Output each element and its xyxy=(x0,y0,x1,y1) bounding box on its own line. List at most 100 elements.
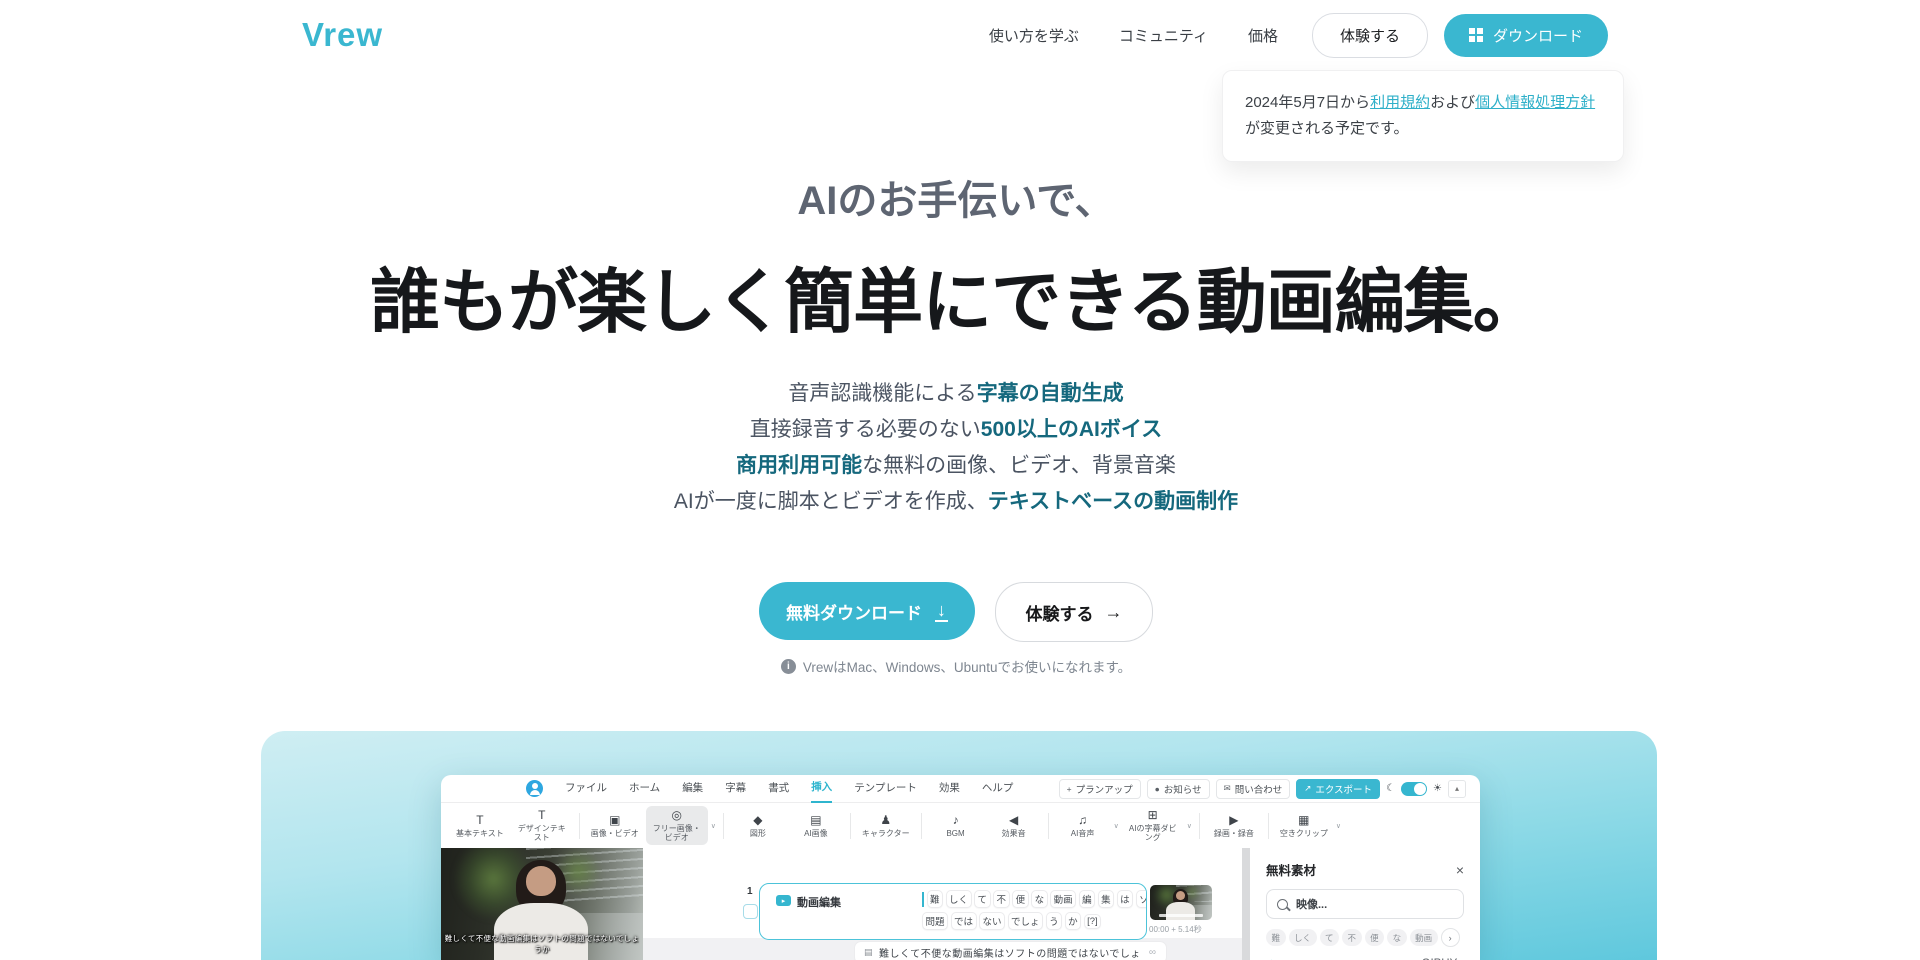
word-chip[interactable]: 編 xyxy=(1079,890,1096,908)
sun-icon[interactable]: ☀ xyxy=(1433,783,1442,794)
word-chip[interactable]: 集 xyxy=(1098,890,1115,908)
word-chip[interactable]: 問題 xyxy=(922,912,948,930)
asset-chip[interactable]: な xyxy=(1387,929,1407,946)
app-menu: ファイル ホーム 編集 字幕 書式 挿入 テンプレート 効果 ヘルプ xyxy=(565,775,1013,802)
asset-chip[interactable]: 難 xyxy=(1266,929,1286,946)
word-chip[interactable]: ソ xyxy=(1136,890,1146,908)
contact-button[interactable]: ✉問い合わせ xyxy=(1216,779,1291,799)
shapes-icon: ◆ xyxy=(753,814,762,827)
app-content: 難しくて不便な動画編集はソフトの問題ではないでしょうか 1 ▸ 動画編集 xyxy=(441,848,1480,960)
word-chip[interactable]: て xyxy=(974,890,991,908)
chevron-down-icon[interactable]: ∨ xyxy=(1114,822,1119,830)
menubar-right: +プランアップ ●お知らせ ✉問い合わせ ↗エクスポート ☾ ☀ ▴ xyxy=(1059,779,1466,799)
toolbar-item-sfx[interactable]: ◀効果音 xyxy=(986,811,1042,841)
close-icon[interactable]: × xyxy=(1456,863,1464,877)
terms-link[interactable]: 利用規約 xyxy=(1370,94,1430,111)
word-chip[interactable]: か xyxy=(1065,912,1082,930)
vrew-logo[interactable]: Vrew xyxy=(302,16,383,54)
asset-chip[interactable]: て xyxy=(1320,929,1340,946)
clip-thumbnail[interactable] xyxy=(1150,885,1212,920)
toolbar-divider xyxy=(579,813,580,839)
nav-link-pricing[interactable]: 価格 xyxy=(1248,25,1278,46)
moon-icon[interactable]: ☾ xyxy=(1386,783,1395,794)
ai-dubbing-icon: ⊞ xyxy=(1148,809,1158,822)
asset-chip[interactable]: 便 xyxy=(1365,929,1385,946)
word-chip[interactable]: な xyxy=(1031,890,1048,908)
link-icon[interactable]: ∞ xyxy=(1149,947,1157,958)
plan-up-button[interactable]: +プランアップ xyxy=(1059,779,1141,799)
toolbar-divider xyxy=(723,813,724,839)
word-chip[interactable]: しく xyxy=(946,890,972,908)
word-chip[interactable]: 便 xyxy=(1012,890,1029,908)
thumbnail-subtitle xyxy=(1159,914,1204,917)
nav-link-learn[interactable]: 使い方を学ぶ xyxy=(989,25,1079,46)
menu-item-subtitle[interactable]: 字幕 xyxy=(725,775,746,802)
toolbar-item-shapes[interactable]: ◆図形 xyxy=(730,811,786,841)
menu-item-format[interactable]: 書式 xyxy=(768,775,789,802)
try-web-button[interactable]: 体験する → xyxy=(995,582,1153,642)
word-chip[interactable]: う xyxy=(1046,912,1063,930)
word-chips: 難 しく て 不 便 な 動画 編 集 は ソ xyxy=(916,884,1146,939)
menu-item-help[interactable]: ヘルプ xyxy=(982,775,1014,802)
free-download-button[interactable]: 無料ダウンロード ↓ xyxy=(759,582,975,640)
toolbar-item-character[interactable]: ♟キャラクター xyxy=(857,811,915,841)
editor-scrollbar[interactable] xyxy=(1242,848,1250,960)
asset-chip[interactable]: しく xyxy=(1289,929,1317,946)
menu-item-template[interactable]: テンプレート xyxy=(854,775,917,802)
privacy-link[interactable]: 個人情報処理方針 xyxy=(1475,94,1595,111)
chevron-down-icon[interactable]: ∨ xyxy=(711,822,716,830)
word-chip[interactable]: でしょ xyxy=(1008,912,1044,930)
download-button[interactable]: ダウンロード xyxy=(1444,14,1608,57)
toolbar-item-ai-dubbing[interactable]: ⊞AIの字幕ダビング xyxy=(1122,806,1184,845)
asset-chip[interactable]: 動画 xyxy=(1410,929,1438,946)
assets-header: 無料素材 × xyxy=(1266,860,1464,879)
search-icon xyxy=(1277,899,1288,910)
try-button[interactable]: 体験する xyxy=(1312,13,1428,58)
download-arrow-icon: ↓ xyxy=(935,601,948,622)
menu-item-file[interactable]: ファイル xyxy=(565,775,607,802)
menu-item-insert[interactable]: 挿入 xyxy=(811,775,832,803)
platform-note-text: VrewはMac、Windows、Ubuntuでお使いになれます。 xyxy=(803,656,1131,676)
menu-item-effects[interactable]: 効果 xyxy=(939,775,960,802)
toolbar-item-free-media[interactable]: ◎フリー画像・ビデオ xyxy=(646,806,708,845)
notifications-button[interactable]: ●お知らせ xyxy=(1147,779,1210,799)
word-chip[interactable]: ない xyxy=(979,912,1005,930)
word-chip[interactable]: では xyxy=(951,912,977,930)
assets-search-input[interactable]: 映像... xyxy=(1266,889,1464,919)
subtitle-row[interactable]: ▤ 難しくて不便な動画編集はソフトの問題ではないでしょ ∞ xyxy=(854,941,1167,960)
export-button[interactable]: ↗エクスポート xyxy=(1296,779,1380,799)
nav-link-community[interactable]: コミュニティ xyxy=(1119,25,1208,46)
toolbar-item-ai-image[interactable]: ▤AI画像 xyxy=(788,811,844,841)
toolbar-item-basic-text[interactable]: T基本テキスト xyxy=(451,811,509,841)
menu-item-edit[interactable]: 編集 xyxy=(682,775,703,802)
toolbar-item-image-video[interactable]: ▣画像・ビデオ xyxy=(586,811,644,841)
toolbar-item-empty-clip[interactable]: ▦空きクリップ xyxy=(1275,811,1333,841)
chat-icon: ✉ xyxy=(1224,783,1231,794)
menu-item-home[interactable]: ホーム xyxy=(629,775,660,802)
clip-card[interactable]: ▸ 動画編集 難 しく て 不 便 な xyxy=(759,883,1147,940)
toolbar-divider xyxy=(1048,813,1049,839)
notice-suffix: が変更される予定です。 xyxy=(1245,120,1409,137)
video-preview[interactable]: 難しくて不便な動画編集はソフトの問題ではないでしょうか xyxy=(441,848,643,960)
chips-more-button[interactable]: › xyxy=(1441,928,1460,947)
user-avatar[interactable] xyxy=(526,780,543,797)
text-cursor xyxy=(922,892,924,907)
collapse-button[interactable]: ▴ xyxy=(1448,780,1466,798)
toolbar-item-bgm[interactable]: ♪BGM xyxy=(928,811,984,841)
chevron-down-icon[interactable]: ∨ xyxy=(1187,822,1192,830)
chevron-down-icon[interactable]: ∨ xyxy=(1336,822,1341,830)
dark-mode-toggle[interactable] xyxy=(1401,782,1427,796)
toolbar-item-design-text[interactable]: Tデザインテキスト xyxy=(511,806,573,845)
toolbar-item-record[interactable]: ▶録画・録音 xyxy=(1206,811,1262,841)
word-chip[interactable]: 難 xyxy=(927,890,944,908)
word-chip[interactable]: [?] xyxy=(1084,914,1102,929)
word-chip[interactable]: は xyxy=(1117,890,1134,908)
camera-icon: ▶ xyxy=(1229,814,1238,827)
word-chip[interactable]: 不 xyxy=(993,890,1010,908)
subtitle-text: 難しくて不便な動画編集はソフトの問題ではないでしょ xyxy=(879,945,1141,960)
chip-line-2: 問題 では ない でしょ う か [?] xyxy=(922,912,1140,930)
word-chip[interactable]: 動画 xyxy=(1050,890,1076,908)
asset-chip[interactable]: 不 xyxy=(1342,929,1362,946)
clip-checkbox[interactable] xyxy=(743,904,758,919)
toolbar-item-ai-voice[interactable]: ♫AI音声 xyxy=(1055,811,1111,841)
